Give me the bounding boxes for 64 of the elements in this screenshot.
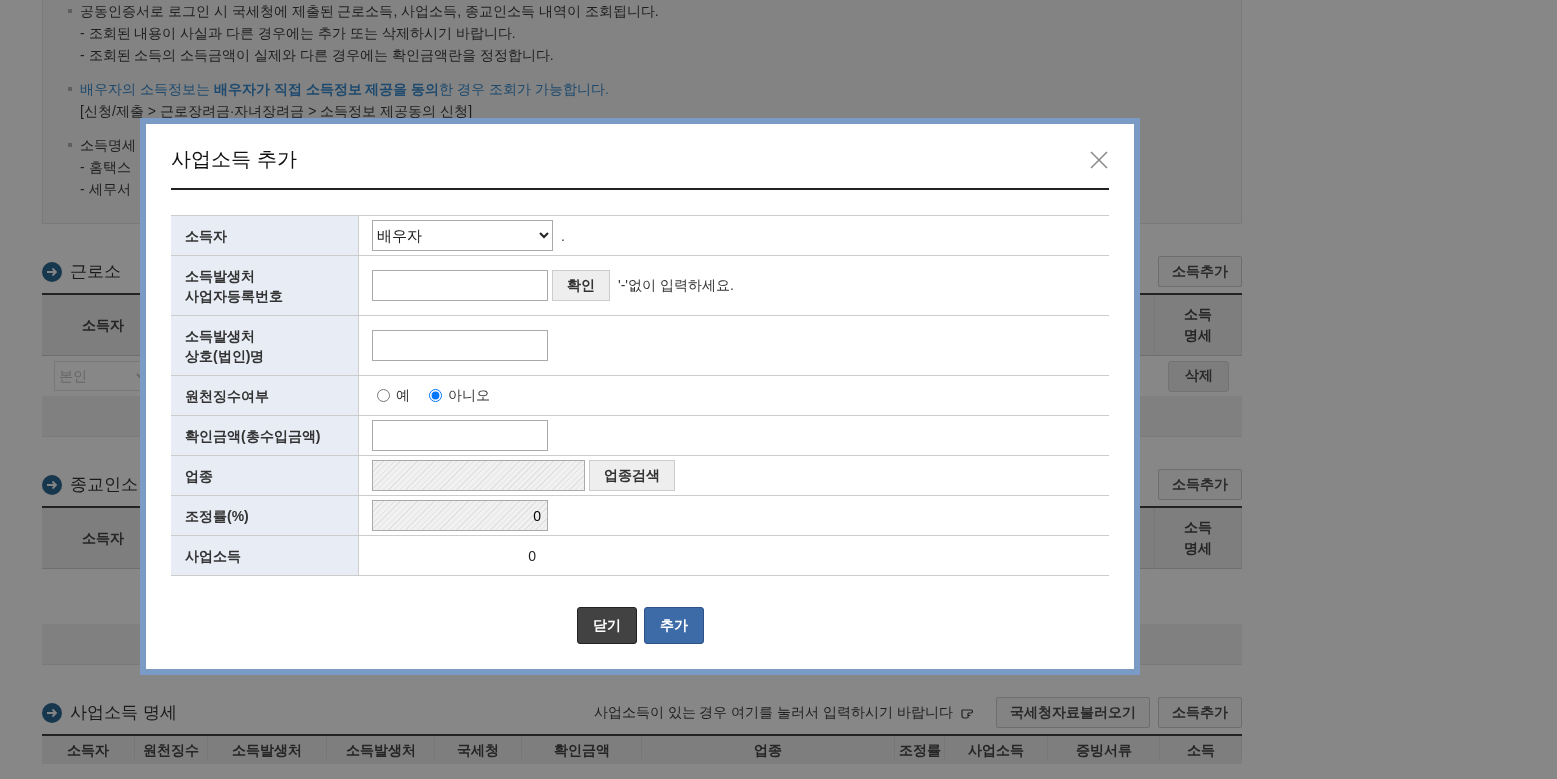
hint-text: '-'없이 입력하세요. xyxy=(618,276,734,295)
column-header: 소득발생처 xyxy=(208,736,327,759)
arrow-circle-icon xyxy=(42,261,62,282)
field-label: 업종 xyxy=(171,456,359,495)
industry-search-button[interactable]: 업종검색 xyxy=(589,460,675,491)
notice-text: - 세무서 xyxy=(80,181,131,197)
field-label: 소득발생처 사업자등록번호 xyxy=(171,256,359,315)
business-number-field[interactable] xyxy=(372,270,548,301)
column-header: 원천징수 xyxy=(135,736,208,759)
column-header: 소득 명세 xyxy=(1155,295,1242,356)
notice-text: - 조회된 내용이 사실과 다른 경우에는 추가 또는 삭제하시기 바랍니다. xyxy=(80,25,516,41)
industry-field[interactable] xyxy=(372,460,585,491)
field-label: 조정률(%) xyxy=(171,496,359,535)
input-field[interactable] xyxy=(372,420,548,451)
notice-text: 배우자의 소득정보는 배우자가 직접 소득정보 제공을 동의한 경우 조회가 가능합니다. xyxy=(80,80,609,99)
section-title: 종교인소 xyxy=(70,474,138,496)
field-label: 소득발생처 상호(법인)명 xyxy=(171,316,359,375)
column-header: 소득자 xyxy=(42,736,135,759)
period-text: . xyxy=(561,227,565,244)
section-title: 사업소득 명세 xyxy=(70,702,177,724)
radio-button[interactable] xyxy=(377,389,390,402)
bullet-icon xyxy=(68,9,72,13)
close-icon xyxy=(1090,151,1108,169)
arrow-circle-icon xyxy=(42,702,62,723)
hint-text: 사업소득이 있는 경우 여기를 눌러서 입력하시기 바랍니다 xyxy=(593,703,953,722)
field-label: 확인금액(총수입금액) xyxy=(171,416,359,455)
close-button[interactable] xyxy=(1088,149,1110,171)
radio-label: 예 xyxy=(396,386,410,405)
field-label: 사업소득 xyxy=(171,536,359,575)
column-header: 확인금액 xyxy=(522,736,642,759)
arrow-circle-icon xyxy=(42,474,62,495)
bullet-icon xyxy=(68,87,72,91)
field-label: 소득자 xyxy=(171,216,359,255)
column-header: 소득 xyxy=(1160,736,1242,759)
notice-text: - 조회된 소득의 소득금액이 실제와 다른 경우에는 확인금액란을 정정합니다. xyxy=(80,47,554,63)
dialog-title: 사업소득 추가 xyxy=(171,148,297,170)
column-header: 소득발생처 xyxy=(327,736,435,759)
column-header: 업종 xyxy=(642,736,895,759)
pointing-hand-icon xyxy=(961,706,976,719)
column-header: 사업소득 xyxy=(945,736,1048,759)
radio-button[interactable] xyxy=(429,389,442,402)
input-field[interactable] xyxy=(372,330,548,361)
section-button[interactable]: 소득추가 xyxy=(1158,469,1242,500)
section-title: 근로소 xyxy=(70,261,121,283)
field-label: 원천징수여부 xyxy=(171,376,359,415)
close-dialog-button[interactable]: 닫기 xyxy=(576,607,637,644)
column-header: 국세청 xyxy=(435,736,522,759)
confirm-button[interactable]: 확인 xyxy=(552,270,610,301)
column-header: 조정률 xyxy=(895,736,945,759)
amount-value: 0 xyxy=(527,547,536,564)
column-header: 소득 명세 xyxy=(1155,508,1242,569)
add-button[interactable]: 추가 xyxy=(643,607,704,644)
notice-text: - 홈택스 xyxy=(80,159,131,175)
rate-field[interactable]: 0 xyxy=(372,500,548,531)
section-button[interactable]: 국세청자료불러오기 xyxy=(996,697,1150,728)
section-button[interactable]: 소득추가 xyxy=(1158,256,1242,287)
radio-label: 아니오 xyxy=(448,386,490,405)
notice-text: [신청/제출 > 근로장려금·자녀장려금 > 소득정보 제공동의 신청] xyxy=(80,103,473,119)
section-button[interactable]: 소득추가 xyxy=(1158,697,1242,728)
column-header: 증빙서류 xyxy=(1048,736,1160,759)
owner-select[interactable]: 배우자 xyxy=(372,220,553,251)
notice-text: 공동인증서로 로그인 시 국세청에 제출된 근로소득, 사업소득, 종교인소득 내역이 조회됩니다. xyxy=(80,2,659,21)
notice-text: 소득명세 xyxy=(80,136,136,155)
bullet-icon xyxy=(68,143,72,147)
